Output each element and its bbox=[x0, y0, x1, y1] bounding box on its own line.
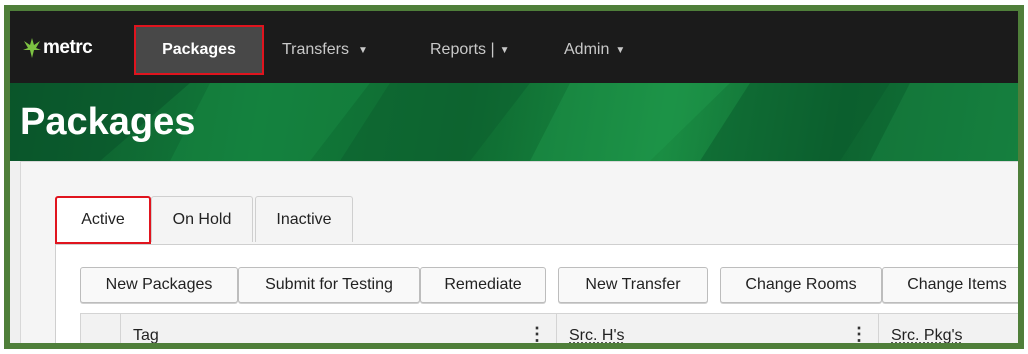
top-navbar: metrc Packages Transfers ▼ Reports | ▼ A… bbox=[10, 11, 1018, 83]
page-banner: Packages bbox=[10, 83, 1018, 161]
nav-packages[interactable]: Packages bbox=[134, 25, 264, 75]
tab-panel: New Packages Submit for Testing Remediat… bbox=[55, 244, 1018, 344]
nav-reports[interactable]: Reports | ▼ bbox=[430, 25, 510, 75]
column-header-tag-label: Tag bbox=[133, 327, 159, 344]
submit-for-testing-label: Submit for Testing bbox=[265, 276, 393, 293]
new-transfer-label: New Transfer bbox=[585, 276, 681, 293]
submit-for-testing-button[interactable]: Submit for Testing bbox=[238, 267, 420, 303]
chevron-down-icon: ▼ bbox=[357, 44, 368, 56]
nav-transfers-label: Transfers bbox=[282, 41, 349, 58]
chevron-down-icon: ▼ bbox=[615, 44, 626, 56]
tab-on-hold-label: On Hold bbox=[172, 210, 232, 228]
column-header-expand[interactable] bbox=[81, 314, 121, 343]
remediate-button[interactable]: Remediate bbox=[420, 267, 546, 303]
logo-text: metrc bbox=[43, 37, 93, 58]
change-items-button[interactable]: Change Items bbox=[882, 267, 1018, 303]
tab-active[interactable]: Active bbox=[55, 196, 151, 244]
column-header-src-packages-label: Src. Pkg's bbox=[891, 327, 963, 344]
nav-transfers[interactable]: Transfers ▼ bbox=[282, 25, 368, 75]
app-window: metrc Packages Transfers ▼ Reports | ▼ A… bbox=[4, 5, 1024, 349]
column-header-src-packages[interactable]: Src. Pkg's bbox=[879, 314, 1018, 344]
cannabis-leaf-icon bbox=[23, 38, 41, 58]
change-rooms-button[interactable]: Change Rooms bbox=[720, 267, 882, 303]
remediate-label: Remediate bbox=[444, 276, 522, 293]
column-menu-icon[interactable]: ⋮ bbox=[850, 324, 868, 343]
nav-admin-label: Admin bbox=[564, 41, 610, 58]
tab-inactive[interactable]: Inactive bbox=[255, 196, 353, 242]
column-menu-icon[interactable]: ⋮ bbox=[528, 324, 546, 343]
new-transfer-button[interactable]: New Transfer bbox=[558, 267, 708, 303]
chevron-down-icon: ▼ bbox=[499, 44, 510, 56]
new-packages-label: New Packages bbox=[105, 276, 213, 293]
nav-admin[interactable]: Admin ▼ bbox=[564, 25, 625, 75]
tab-active-label: Active bbox=[81, 211, 125, 228]
change-rooms-label: Change Rooms bbox=[745, 276, 857, 293]
change-items-label: Change Items bbox=[907, 276, 1007, 293]
new-packages-button[interactable]: New Packages bbox=[80, 267, 238, 303]
content-area: Active On Hold Inactive New Packages Sub… bbox=[20, 161, 1018, 344]
column-header-src-harvests[interactable]: Src. H's ⋮ bbox=[557, 314, 879, 344]
tab-inactive-label: Inactive bbox=[276, 210, 332, 228]
table-header: Tag ⋮ Src. H's ⋮ Src. Pkg's bbox=[80, 313, 1018, 344]
column-header-src-harvests-label: Src. H's bbox=[569, 327, 625, 344]
tab-on-hold[interactable]: On Hold bbox=[151, 196, 253, 242]
page-title: Packages bbox=[20, 101, 196, 143]
column-header-tag[interactable]: Tag ⋮ bbox=[121, 314, 557, 344]
nav-reports-label: Reports | bbox=[430, 41, 495, 58]
metrc-logo[interactable]: metrc bbox=[22, 35, 93, 61]
nav-packages-label: Packages bbox=[162, 41, 236, 58]
